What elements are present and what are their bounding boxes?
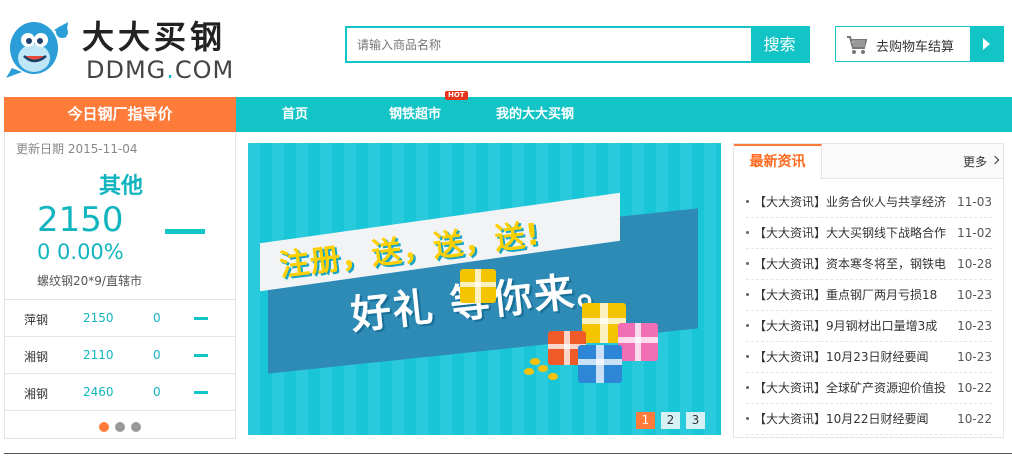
- carousel-dot[interactable]: [99, 422, 109, 432]
- news-title: 【大大资讯】大大买钢线下战略合作: [754, 226, 947, 240]
- price-category: 其他: [98, 174, 143, 199]
- mill-change: 0: [153, 348, 161, 362]
- news-date: 11-02: [957, 226, 992, 240]
- main-nav: 今日钢厂指导价 首页 钢铁超市 HOT 我的大大买钢: [4, 91, 1012, 132]
- update-date: 更新日期 2015-11-04: [16, 142, 138, 156]
- news-item[interactable]: 【大大资讯】9月钢材出口量增3成 10-23: [746, 311, 992, 342]
- search-input[interactable]: [347, 28, 751, 61]
- banner-page-button[interactable]: 1: [636, 412, 655, 429]
- logo-text-cn: 大大买钢: [82, 18, 227, 56]
- more-news-link[interactable]: 更多: [963, 153, 987, 170]
- shopping-cart-icon: [847, 36, 868, 54]
- nav-item-steel-market[interactable]: 钢铁超市 HOT: [389, 91, 468, 132]
- banner-page-button[interactable]: 3: [686, 412, 705, 429]
- bullet-icon: [746, 386, 749, 389]
- bullet-icon: [746, 262, 749, 265]
- news-title: 【大大资讯】资本寒冬将至，钢铁电: [754, 257, 947, 271]
- bullet-icon: [746, 324, 749, 327]
- mill-price: 2460: [83, 385, 114, 399]
- carousel-dot[interactable]: [115, 422, 125, 432]
- price-spec: 螺纹钢20*9/直辖市: [37, 274, 142, 288]
- mill-price: 2150: [83, 311, 114, 325]
- coin-icon: [524, 368, 534, 375]
- mill-change: 0: [153, 311, 161, 325]
- search-button[interactable]: 搜索: [751, 28, 808, 61]
- news-date: 10-23: [957, 319, 992, 333]
- news-title: 【大大资讯】重点钢厂两月亏损18: [754, 288, 938, 302]
- news-date: 10-22: [957, 412, 992, 426]
- carousel-dots: [99, 417, 147, 436]
- gift-box-icon: [460, 269, 496, 303]
- price-change: 0 0.00%: [37, 240, 124, 264]
- news-item[interactable]: 【大大资讯】资本寒冬将至，钢铁电 10-28: [746, 249, 992, 280]
- gift-box-icon: [618, 323, 658, 361]
- logo-text-en: DDMG.COM: [86, 56, 235, 84]
- flat-trend-icon: [194, 317, 208, 320]
- dolphin-mascot-icon: [6, 22, 68, 78]
- site-logo[interactable]: 大大买钢 DDMG.COM: [4, 6, 244, 84]
- news-item[interactable]: 【大大资讯】全球矿产资源迎价值投 10-22: [746, 373, 992, 404]
- bullet-icon: [746, 200, 749, 203]
- news-title: 【大大资讯】9月钢材出口量增3成: [754, 319, 938, 333]
- news-list: 【大大资讯】业务合伙人与共享经济 11-03 【大大资讯】大大买钢线下战略合作 11…: [746, 187, 992, 435]
- flat-trend-icon: [194, 391, 208, 394]
- nav-item-home[interactable]: 首页: [282, 97, 308, 132]
- nav-steel-mill-guide-price[interactable]: 今日钢厂指导价: [4, 97, 236, 132]
- bullet-icon: [746, 355, 749, 358]
- tab-latest-news[interactable]: 最新资讯: [734, 144, 822, 179]
- news-date: 10-28: [957, 257, 992, 271]
- bullet-icon: [746, 417, 749, 420]
- price-row[interactable]: 湘钢 2460 0: [5, 374, 235, 411]
- flat-trend-icon: [165, 229, 205, 234]
- news-item[interactable]: 【大大资讯】重点钢厂两月亏损18 10-23: [746, 280, 992, 311]
- news-date: 10-23: [957, 350, 992, 364]
- mill-name: 湘钢: [24, 387, 49, 401]
- coin-icon: [548, 373, 558, 380]
- news-title: 【大大资讯】业务合伙人与共享经济: [754, 195, 947, 209]
- news-panel: 最新资讯 更多 【大大资讯】业务合伙人与共享经济 11-03 【大大资讯】大大买钢…: [733, 143, 1004, 438]
- gift-box-icon: [578, 345, 622, 383]
- nav-item-my-account[interactable]: 我的大大买钢: [496, 97, 574, 132]
- promo-banner[interactable]: 注册，送，送，送! 好礼 等你来。 123: [248, 143, 721, 435]
- news-date: 10-23: [957, 288, 992, 302]
- arrow-right-icon: [970, 27, 1003, 61]
- news-title: 【大大资讯】全球矿产资源迎价值投: [754, 381, 947, 395]
- coin-icon: [530, 358, 540, 365]
- news-item[interactable]: 【大大资讯】业务合伙人与共享经济 11-03: [746, 187, 992, 218]
- cart-label: 去购物车结算: [876, 40, 955, 55]
- search-bar: 搜索: [345, 26, 810, 63]
- price-list: 萍钢 2150 0 湘钢 2110 0 湘钢 2460 0: [5, 299, 235, 411]
- news-header: 最新资讯 更多: [734, 144, 1003, 179]
- price-value: 2150: [37, 200, 124, 240]
- news-title: 【大大资讯】10月23日财经要闻: [754, 350, 929, 364]
- price-row[interactable]: 湘钢 2110 0: [5, 337, 235, 374]
- news-date: 10-22: [957, 381, 992, 395]
- flat-trend-icon: [194, 354, 208, 357]
- news-title: 【大大资讯】10月22日财经要闻: [754, 412, 929, 426]
- news-item[interactable]: 【大大资讯】10月22日财经要闻 10-22: [746, 404, 992, 435]
- site-header: 大大买钢 DDMG.COM 搜索 去购物车结算: [0, 0, 1012, 96]
- cart-checkout-button[interactable]: 去购物车结算: [835, 26, 1004, 62]
- price-panel: 更新日期 2015-11-04 其他 2150 0 0.00% 螺纹钢20*9/…: [4, 132, 236, 439]
- carousel-dot[interactable]: [131, 422, 141, 432]
- banner-page-button[interactable]: 2: [661, 412, 680, 429]
- mill-name: 萍钢: [24, 313, 49, 327]
- news-item[interactable]: 【大大资讯】大大买钢线下战略合作 11-02: [746, 218, 992, 249]
- bullet-icon: [746, 293, 749, 296]
- coin-icon: [538, 365, 548, 372]
- mill-name: 湘钢: [24, 350, 49, 364]
- mill-price: 2110: [83, 348, 114, 362]
- divider: [4, 453, 1012, 454]
- banner-pager: 123: [630, 409, 705, 429]
- mill-change: 0: [153, 385, 161, 399]
- news-item[interactable]: 【大大资讯】10月23日财经要闻 10-23: [746, 342, 992, 373]
- price-row[interactable]: 萍钢 2150 0: [5, 300, 235, 337]
- bullet-icon: [746, 231, 749, 234]
- hot-badge: HOT: [445, 91, 468, 100]
- news-date: 11-03: [957, 195, 992, 209]
